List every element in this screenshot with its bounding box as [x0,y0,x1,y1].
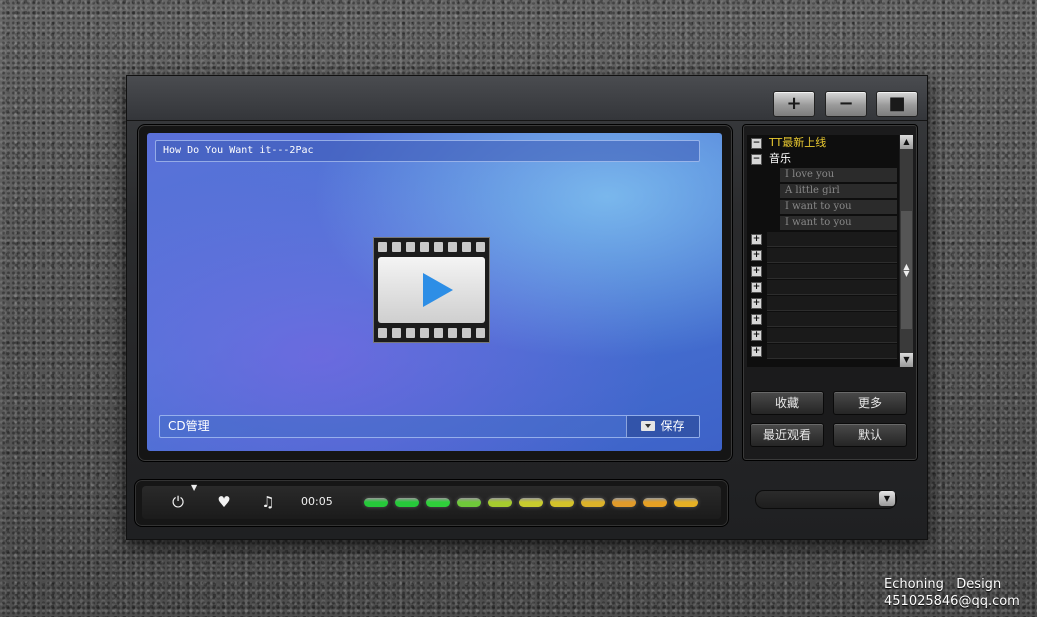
default-button[interactable]: 默认 [833,423,907,447]
playlist-tree: − TT最新上线 − 音乐 I love you A little girl I… [747,135,899,367]
expand-icon[interactable]: + [751,330,762,341]
control-bar-inner: ▼ ⏻ ♥ ♫ 00:05 [142,483,721,519]
designer-credit: Echoning Design 451025846@qq.com [884,576,1020,610]
save-button[interactable]: 保存 [626,416,699,437]
equalizer-segment [550,498,574,507]
playlist-item-label: I want to you [780,200,897,214]
stop-button[interactable]: ■ [876,91,918,117]
equalizer-level-meter [364,498,698,507]
scroll-up-icon[interactable]: ▲ [900,135,913,149]
more-button[interactable]: 更多 [833,391,907,415]
equalizer-segment [581,498,605,507]
collapse-icon[interactable]: − [751,138,762,149]
favorite-button[interactable]: 收藏 [750,391,824,415]
folder-download-icon [641,421,656,431]
position-marker-icon: ▼ [191,483,198,492]
options-dropdown[interactable]: ▼ [755,490,897,509]
collapsed-group-row[interactable]: + [747,279,899,295]
save-label: 保存 [660,419,685,433]
playlist-panel: − TT最新上线 − 音乐 I love you A little girl I… [742,124,918,461]
film-frame [378,257,485,323]
expand-icon[interactable]: + [751,234,762,245]
playlist-group-row[interactable]: − TT最新上线 [747,135,899,151]
equalizer-segment [674,498,698,507]
cd-manager-bar: CD管理 保存 [159,415,700,438]
playback-time: 00:05 [301,495,333,508]
expand-icon[interactable]: + [751,314,762,325]
scroll-down-icon[interactable]: ▼ [900,353,913,367]
collapse-icon[interactable]: − [751,154,762,165]
equalizer-segment [488,498,512,507]
title-bar: + − ■ [127,76,927,121]
film-strip-holes-bottom [378,328,485,338]
collapsed-group-row[interactable]: + [747,327,899,343]
equalizer-segment [643,498,667,507]
chevron-down-icon[interactable]: ▼ [879,491,895,506]
playlist-item-label: I love you [780,168,897,182]
playlist-item[interactable]: I want to you [747,215,899,231]
playlist-group-label: TT最新上线 [769,136,827,149]
equalizer-segment [426,498,450,507]
credit-email: 451025846@qq.com [884,594,1020,609]
video-screen-frame: How Do You Want it---2Pac CD管理 保存 [137,124,733,462]
expand-icon[interactable]: + [751,266,762,277]
expand-icon[interactable]: + [751,346,762,357]
heart-icon[interactable]: ♥ [214,492,234,512]
collapsed-group-row[interactable]: + [747,311,899,327]
playlist-item[interactable]: I want to you [747,199,899,215]
collapsed-group-row[interactable]: + [747,343,899,359]
collapsed-group-row[interactable]: + [747,263,899,279]
playlist-item-label: I want to you [780,216,897,230]
equalizer-segment [612,498,636,507]
equalizer-segment [364,498,388,507]
film-strip-holes-top [378,242,485,252]
playlist-item[interactable]: I love you [747,167,899,183]
track-title: How Do You Want it---2Pac [155,140,700,162]
play-video-button[interactable] [373,237,490,343]
collapsed-group-row[interactable]: + [747,231,899,247]
expand-icon[interactable]: + [751,298,762,309]
playlist-scrollbar[interactable]: ▲ ▲ ▼ ▼ [900,135,913,367]
music-icon[interactable]: ♫ [258,492,278,512]
add-button[interactable]: + [773,91,815,117]
playlist-group-row[interactable]: − 音乐 [747,151,899,167]
expand-icon[interactable]: + [751,250,762,261]
collapsed-group-row[interactable]: + [747,247,899,263]
media-player-window: + − ■ How Do You Want it---2Pac CD管理 保存 … [126,75,928,540]
play-icon [423,273,453,307]
playback-control-bar: ▼ ⏻ ♥ ♫ 00:05 [134,479,729,527]
minimize-button[interactable]: − [825,91,867,117]
equalizer-segment [519,498,543,507]
power-icon[interactable]: ⏻ [168,492,188,512]
collapsed-group-row[interactable]: + [747,295,899,311]
credit-name: Echoning Design [884,577,1002,592]
equalizer-segment [457,498,481,507]
scroll-grip-icon: ▲ ▼ [903,262,910,278]
recently-watched-button[interactable]: 最近观看 [750,423,824,447]
playlist-item-label: A little girl [780,184,897,198]
expand-icon[interactable]: + [751,282,762,293]
cd-manager-label[interactable]: CD管理 [168,416,210,437]
playlist-group-label: 音乐 [769,152,791,165]
video-screen[interactable]: How Do You Want it---2Pac CD管理 保存 [147,133,722,451]
equalizer-segment [395,498,419,507]
playlist-item[interactable]: A little girl [747,183,899,199]
